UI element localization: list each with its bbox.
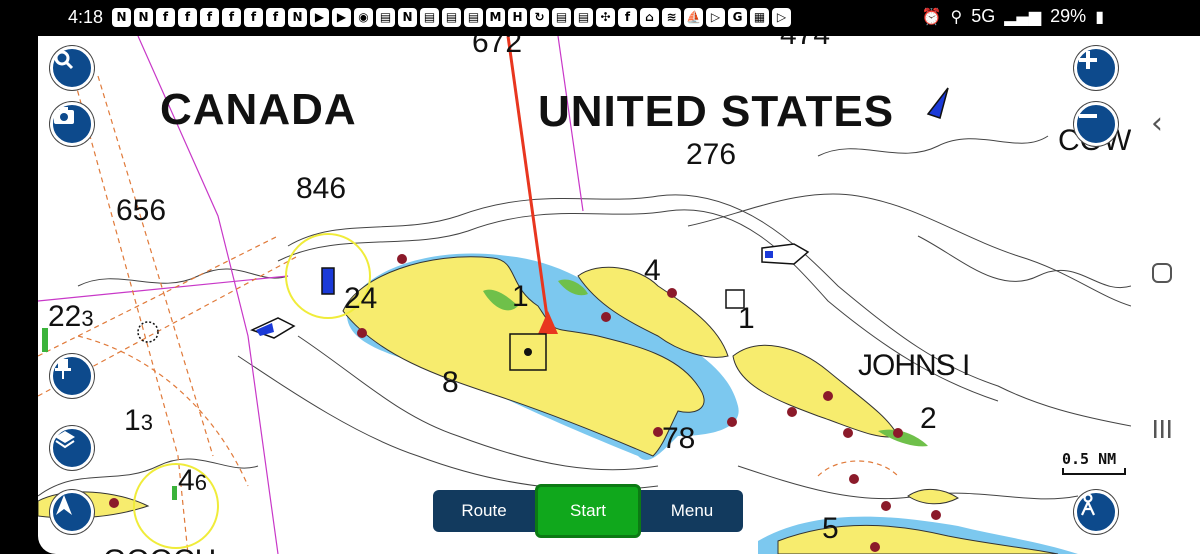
search-button[interactable]: [50, 46, 94, 90]
sounding-1a: 1: [512, 280, 529, 313]
label-united-states: UNITED STATES: [538, 87, 895, 136]
sounding-4: 4: [644, 254, 661, 287]
sounding-2: 2: [920, 402, 937, 435]
notification-icon: ▤: [552, 8, 571, 27]
sounding-8: 8: [442, 366, 459, 399]
scale-bar: 0.5 NM: [1062, 450, 1126, 476]
status-time: 4:18: [68, 7, 104, 27]
network-type: 5G: [971, 6, 996, 26]
camera-button[interactable]: [50, 102, 94, 146]
sounding-78: 78: [662, 422, 696, 455]
notification-icon: M: [486, 8, 505, 27]
notification-icon: N: [398, 8, 417, 27]
battery-icon: ▮: [1095, 7, 1104, 26]
route-button[interactable]: Route: [433, 490, 535, 532]
notification-icon: ✣: [596, 8, 615, 27]
notification-icon: ▤: [442, 8, 461, 27]
notification-icon: ▤: [376, 8, 395, 27]
sounding-22-3: 223: [48, 300, 94, 333]
signal-icon: ▂▄▆: [1004, 7, 1042, 26]
notification-icons: N Nf f f f f f N ▶ ▶ ◉ ▤ N ▤ ▤ ▤ M H ↻ ▤ ▤ ✣ f ⌂ ≋ ⛵ ▷ G ▦ ▷: [112, 8, 791, 27]
notification-icon: ▦: [750, 8, 769, 27]
sounding-474: 474: [780, 36, 830, 50]
battery-level: 29%: [1050, 6, 1087, 26]
sounding-1-3: 13: [124, 404, 153, 437]
camera-icon: [54, 107, 74, 124]
north-up-icon: [56, 495, 72, 515]
layers-icon: [55, 431, 75, 449]
label-johns-island: JOHNS I: [858, 349, 970, 382]
notification-icon: ▶: [310, 8, 329, 27]
zoom-in-button[interactable]: [1074, 46, 1118, 90]
search-icon: [54, 50, 74, 70]
notification-icon: N: [112, 8, 131, 27]
status-indicators: ⏰ ⚲ 5G ▂▄▆ 29% ▮: [922, 6, 1104, 27]
plus-icon: [1079, 51, 1097, 69]
notification-icon: ▤: [464, 8, 483, 27]
notification-icon: ↻: [530, 8, 549, 27]
notification-icon: ◉: [354, 8, 373, 27]
notification-icon: ⌂: [640, 8, 659, 27]
notification-icon: H: [508, 8, 527, 27]
menu-button[interactable]: Menu: [641, 490, 743, 532]
notification-icon: f: [222, 8, 241, 27]
start-button[interactable]: Start: [535, 484, 641, 538]
notification-icon: ▷: [772, 8, 791, 27]
back-icon[interactable]: ‹: [1151, 106, 1163, 141]
location-icon: ⚲: [950, 7, 963, 26]
sounding-4-6: 46: [178, 464, 207, 497]
notification-icon: f: [200, 8, 219, 27]
sounding-24: 24: [344, 282, 378, 315]
notification-icon: f: [156, 8, 175, 27]
status-bar: 4:18 N Nf f f f f f N ▶ ▶ ◉ ▤ N ▤ ▤ ▤ M H ↻ ▤ ▤ ✣ f ⌂ ≋ ⛵ ▷ G ▦ ▷ ⏰ ⚲…: [0, 0, 1200, 36]
sounding-1b: 1: [738, 302, 755, 335]
layers-button[interactable]: [50, 426, 94, 470]
pin-icon: [55, 359, 71, 379]
notification-icon: ▤: [574, 8, 593, 27]
scale-line: [1062, 468, 1126, 475]
person-icon: [1081, 493, 1095, 516]
notification-icon: ▷: [706, 8, 725, 27]
person-button[interactable]: [1074, 490, 1118, 534]
sounding-5: 5: [822, 512, 839, 545]
notification-icon: f: [266, 8, 285, 27]
recents-icon[interactable]: [1151, 418, 1173, 444]
notification-icon: f: [618, 8, 637, 27]
home-icon[interactable]: [1151, 262, 1173, 288]
notification-icon: f: [178, 8, 197, 27]
notification-icon: f: [244, 8, 263, 27]
notification-icon: ▤: [420, 8, 439, 27]
notification-icon: ▶: [332, 8, 351, 27]
notification-icon: ⛵: [684, 8, 703, 27]
nautical-chart[interactable]: CANADA UNITED STATES JOHNS I COW GOOCH 6…: [38, 36, 1131, 554]
notification-icon: ≋: [662, 8, 681, 27]
sounding-656: 656: [116, 194, 167, 227]
label-canada: CANADA: [160, 85, 357, 134]
sounding-846: 846: [296, 172, 347, 205]
waypoint-button[interactable]: [50, 354, 94, 398]
north-up-button[interactable]: [50, 490, 94, 534]
minus-icon: [1079, 114, 1097, 118]
notification-icon: N: [288, 8, 307, 27]
notification-icon: N: [134, 8, 153, 27]
bottom-action-bar: Route Start Menu: [433, 484, 743, 538]
notification-icon: G: [728, 8, 747, 27]
sounding-276: 276: [686, 138, 737, 171]
alarm-icon: ⏰: [921, 7, 942, 26]
zoom-out-button[interactable]: [1074, 102, 1118, 146]
system-navigation-bar: ‹: [1131, 36, 1200, 554]
scale-label: 0.5 NM: [1062, 450, 1117, 468]
sounding-672: 672: [472, 36, 523, 59]
label-gooch: GOOCH: [103, 546, 216, 554]
